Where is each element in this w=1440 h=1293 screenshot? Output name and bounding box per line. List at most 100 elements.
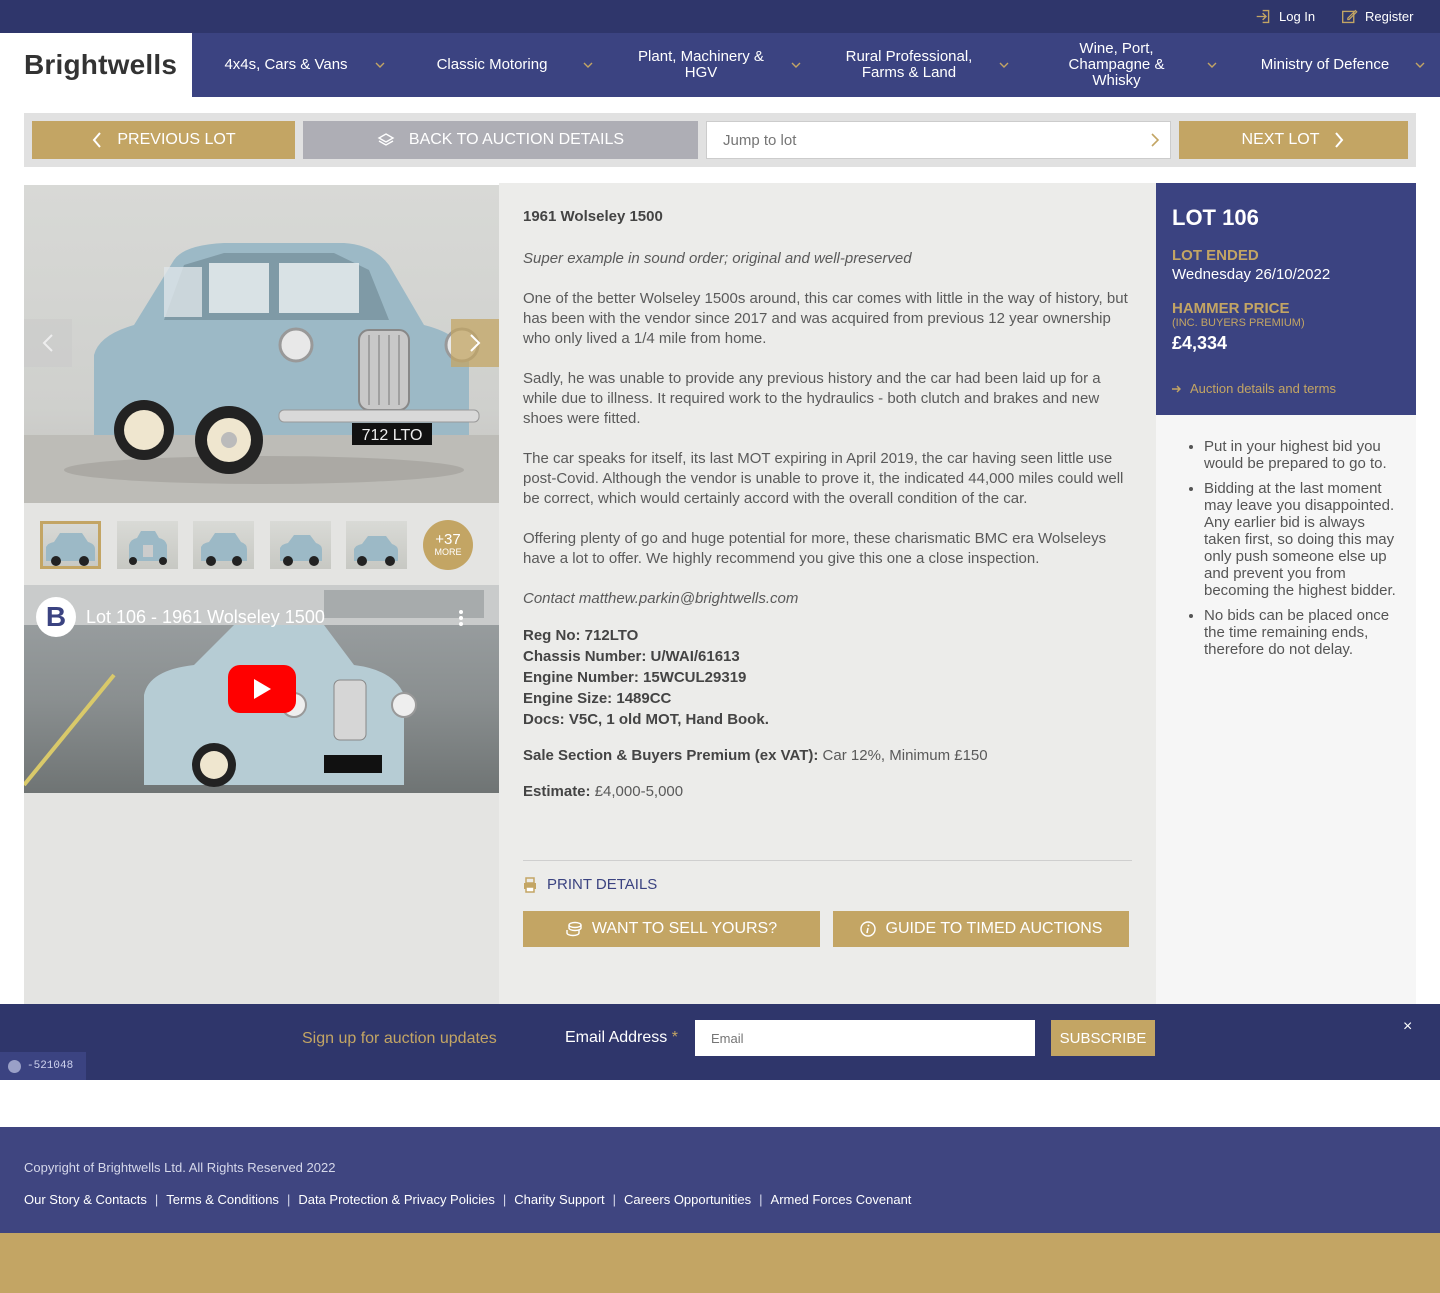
main-nav: Brightwells 4x4s, Cars & Vans Classic Mo… <box>0 33 1440 97</box>
spec-line: Engine Number: 15WCUL29319 <box>523 669 747 686</box>
footer-link-privacy[interactable]: Data Protection & Privacy Policies <box>298 1192 495 1207</box>
footer-link-charity[interactable]: Charity Support <box>514 1192 604 1207</box>
want-to-sell-label: Want to sell yours? <box>591 920 778 937</box>
email-address-text: Email Address <box>565 1029 668 1046</box>
contact-line: Contact matthew.parkin@brightwells.com <box>523 590 799 607</box>
print-details-label: PRINT DETAILS <box>547 876 658 893</box>
previous-lot-button[interactable]: Previous Lot <box>32 121 295 159</box>
video-player[interactable]: B Lot 106 - 1961 Wolseley 1500 <box>24 585 499 793</box>
register-link[interactable]: Register <box>1341 0 1413 33</box>
newsletter-bar: Sign up for auction updates Email Addres… <box>0 1004 1440 1080</box>
more-photos-label: MORE <box>434 547 462 557</box>
thumbnail[interactable] <box>270 521 331 569</box>
subscribe-button[interactable]: Subscribe <box>1051 1020 1155 1056</box>
chevron-left-icon <box>42 334 53 352</box>
coins-icon <box>566 921 582 937</box>
next-lot-button[interactable]: Next Lot <box>1179 121 1408 159</box>
back-to-auction-button[interactable]: Back to Auction Details <box>303 121 698 159</box>
more-options-icon[interactable] <box>458 609 464 627</box>
thumbnail-image <box>46 533 95 566</box>
want-to-sell-button[interactable]: Want to sell yours? <box>523 911 820 947</box>
video-title[interactable]: Lot 106 - 1961 Wolseley 1500 <box>86 607 325 628</box>
print-details-link[interactable]: PRINT DETAILS <box>523 876 657 893</box>
footer-link-terms[interactable]: Terms & Conditions <box>166 1192 279 1207</box>
nav-item-plant[interactable]: Plant, Machinery & HGV <box>626 33 776 97</box>
guide-to-timed-auctions-button[interactable]: Guide to timed auctions <box>833 911 1129 947</box>
nav-item-mod[interactable]: Ministry of Defence <box>1250 33 1400 97</box>
footer-separator: | <box>154 1192 159 1207</box>
layers-icon <box>377 133 395 146</box>
thumbnail[interactable] <box>40 521 101 569</box>
footer-separator: | <box>612 1192 616 1207</box>
chevron-down-icon <box>1415 62 1425 68</box>
footer-links: Our Story & Contacts | Terms & Condition… <box>24 1192 911 1207</box>
hammer-price: £4,334 <box>1172 333 1228 353</box>
thumbnail[interactable] <box>193 521 254 569</box>
thumbnail[interactable] <box>117 521 178 569</box>
spec-line: Chassis Number: U/WAI/61613 <box>523 648 740 665</box>
tip-item: Put in your highest bid you would be pre… <box>1204 438 1404 472</box>
footer-separator: | <box>502 1192 507 1207</box>
email-address-label: Email Address * <box>565 1029 678 1047</box>
edit-icon <box>1342 9 1358 24</box>
jump-to-lot-input[interactable] <box>707 122 1127 158</box>
chevron-left-icon <box>93 132 102 148</box>
spec-line: Reg No: 712LTO <box>523 627 639 644</box>
nav-item-label: Rural Professional, Farms & Land <box>845 48 973 81</box>
footer-link-our-story[interactable]: Our Story & Contacts <box>24 1192 147 1207</box>
chevron-down-icon <box>1207 62 1217 68</box>
chevron-down-icon <box>791 62 801 68</box>
login-icon <box>1256 9 1270 24</box>
car-photo-image: 712 LTO <box>24 243 499 503</box>
sale-section: Sale Section & Buyers Premium (ex VAT): … <box>523 746 1133 766</box>
lot-status-box: LOT 106 LOT ENDED Wednesday 26/10/2022 H… <box>1156 183 1416 415</box>
nav-item-label: Classic Motoring <box>436 56 548 73</box>
nav-item-cars[interactable]: 4x4s, Cars & Vans <box>210 33 362 97</box>
hammer-price-sublabel: (INC. BUYERS PREMIUM) <box>1172 317 1305 329</box>
thumbnail-strip: +37 MORE <box>24 503 499 585</box>
arrow-right-icon <box>1172 385 1181 392</box>
thumbnail-image <box>280 535 322 566</box>
photo-previous-button[interactable] <box>24 319 72 367</box>
footer-separator: | <box>759 1192 763 1207</box>
description-paragraph: Offering plenty of go and huge potential… <box>523 530 1107 567</box>
status-dot-icon <box>8 1059 21 1073</box>
footer-link-careers[interactable]: Careers Opportunities <box>624 1192 751 1207</box>
hammer-price-label: HAMMER PRICE <box>1172 300 1290 317</box>
next-lot-label: Next Lot <box>1241 131 1320 148</box>
more-photos-badge[interactable]: +37 MORE <box>423 520 473 570</box>
nav-item-rural[interactable]: Rural Professional, Farms & Land <box>834 33 984 97</box>
logo[interactable]: Brightwells <box>0 33 192 97</box>
newsletter-label: Sign up for auction updates <box>302 1030 497 1047</box>
description-paragraph: The car speaks for itself, its last MOT … <box>523 450 1124 507</box>
lot-status: LOT ENDED <box>1172 247 1259 264</box>
lot-title: 1961 Wolseley 1500 <box>523 208 663 225</box>
auction-details-link[interactable]: Auction details and terms <box>1172 381 1336 396</box>
description-paragraph: Sadly, he was unable to provide any prev… <box>523 370 1101 427</box>
thumbnail[interactable] <box>346 521 407 569</box>
chevron-down-icon <box>999 62 1009 68</box>
login-link[interactable]: Log In <box>1255 0 1315 33</box>
nav-item-classic[interactable]: Classic Motoring <box>418 33 566 97</box>
email-input[interactable] <box>695 1020 1035 1056</box>
previous-lot-label: Previous Lot <box>117 131 236 148</box>
close-newsletter-button[interactable]: × <box>1403 1018 1412 1036</box>
auction-details-label: Auction details and terms <box>1190 381 1336 396</box>
play-button[interactable] <box>228 665 296 713</box>
channel-logo[interactable]: B <box>36 597 76 637</box>
photo-next-button[interactable] <box>451 319 499 367</box>
lot-ended-date: Wednesday 26/10/2022 <box>1172 266 1331 283</box>
divider <box>523 860 1132 861</box>
nav-item-label: Plant, Machinery & HGV <box>638 48 764 81</box>
estimate-label: Estimate: <box>523 783 591 800</box>
debug-badge[interactable]: -521048 <box>0 1052 86 1080</box>
chevron-right-icon[interactable] <box>1150 133 1160 147</box>
nav-item-wine[interactable]: Wine, Port, Champagne & Whisky <box>1048 33 1185 97</box>
footer-link-armed-forces[interactable]: Armed Forces Covenant <box>771 1192 912 1207</box>
footer-separator: | <box>286 1192 291 1207</box>
nav-item-label: Ministry of Defence <box>1260 56 1390 73</box>
lot-number: LOT 106 <box>1172 205 1259 230</box>
thumbnail-image <box>354 536 398 566</box>
thumbnail-image <box>201 533 247 566</box>
main-photo[interactable]: 712 LTO <box>24 185 499 503</box>
